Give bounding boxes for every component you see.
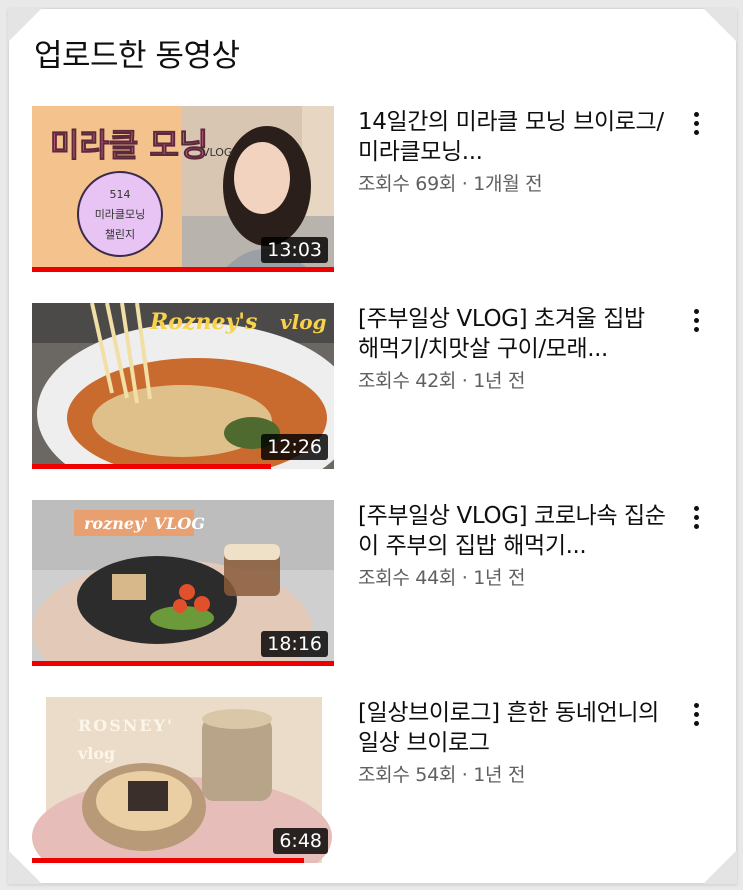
video-title[interactable]: [일상브이로그] 흔한 동네언니의 일상 브이로그: [358, 698, 670, 758]
video-item[interactable]: rozney' VLOG 18:16 [주부일상 VLOG] 코로나속 집순이 …: [32, 500, 722, 670]
video-thumbnail[interactable]: ROSNEY' vlog 6:48: [32, 697, 334, 863]
video-item[interactable]: ROSNEY' vlog 6:48 [일상브이로그] 흔한 동네언니의 일상 브…: [32, 697, 722, 867]
more-options-icon[interactable]: [686, 697, 706, 731]
thumbnail-circle-text: 미라클모닝: [95, 208, 146, 221]
video-thumbnail[interactable]: rozney' VLOG 18:16: [32, 500, 334, 666]
video-title[interactable]: [주부일상 VLOG] 코로나속 집순이 주부의 집밥 해먹기...: [358, 501, 670, 561]
video-title[interactable]: 14일간의 미라클 모닝 브이로그/미라클모닝...: [358, 107, 670, 167]
thumbnail-vlog-text: VLOG: [202, 146, 232, 159]
video-duration: 13:03: [261, 237, 328, 263]
video-item[interactable]: 미라클 모닝 VLOG 514 미라클모닝 챌린지 13:03 14일간의 미라…: [32, 106, 722, 276]
video-thumbnail[interactable]: 미라클 모닝 VLOG 514 미라클모닝 챌린지 13:03: [32, 106, 334, 272]
watch-progress-bar: [32, 661, 334, 666]
thumbnail-vlog-text: vlog: [280, 310, 327, 334]
thumbnail-main-text: 미라클 모닝: [50, 126, 208, 164]
thumbnail-circle-text: 514: [110, 188, 131, 201]
page-curl-corner: [703, 8, 737, 42]
video-item[interactable]: Rozney's vlog 12:26 [주부일상 VLOG] 초겨울 집밥 해…: [32, 303, 722, 473]
watch-progress-bar: [32, 464, 271, 469]
video-meta: 조회수 42회 · 1년 전: [358, 370, 526, 392]
more-options-icon[interactable]: [686, 500, 706, 534]
video-duration: 18:16: [261, 631, 328, 657]
thumbnail-main-text: rozney' VLOG: [84, 514, 205, 533]
video-duration: 6:48: [273, 828, 328, 854]
video-meta: 조회수 44회 · 1년 전: [358, 567, 526, 589]
thumbnail-vlog-text: vlog: [77, 744, 115, 763]
section-title: 업로드한 동영상: [34, 38, 240, 74]
video-duration: 12:26: [261, 434, 328, 460]
watch-progress-bar: [32, 858, 304, 863]
video-title[interactable]: [주부일상 VLOG] 초겨울 집밥 해먹기/치맛살 구이/모래...: [358, 304, 670, 364]
more-options-icon[interactable]: [686, 106, 706, 140]
video-meta: 조회수 54회 · 1년 전: [358, 764, 526, 786]
thumbnail-main-text: Rozney's: [149, 309, 257, 335]
video-meta: 조회수 69회 · 1개월 전: [358, 173, 543, 195]
more-options-icon[interactable]: [686, 303, 706, 337]
thumbnail-circle-text: 챌린지: [105, 228, 135, 241]
watch-progress-bar: [32, 267, 334, 272]
thumbnail-main-text: ROSNEY': [78, 716, 174, 735]
video-thumbnail[interactable]: Rozney's vlog 12:26: [32, 303, 334, 469]
